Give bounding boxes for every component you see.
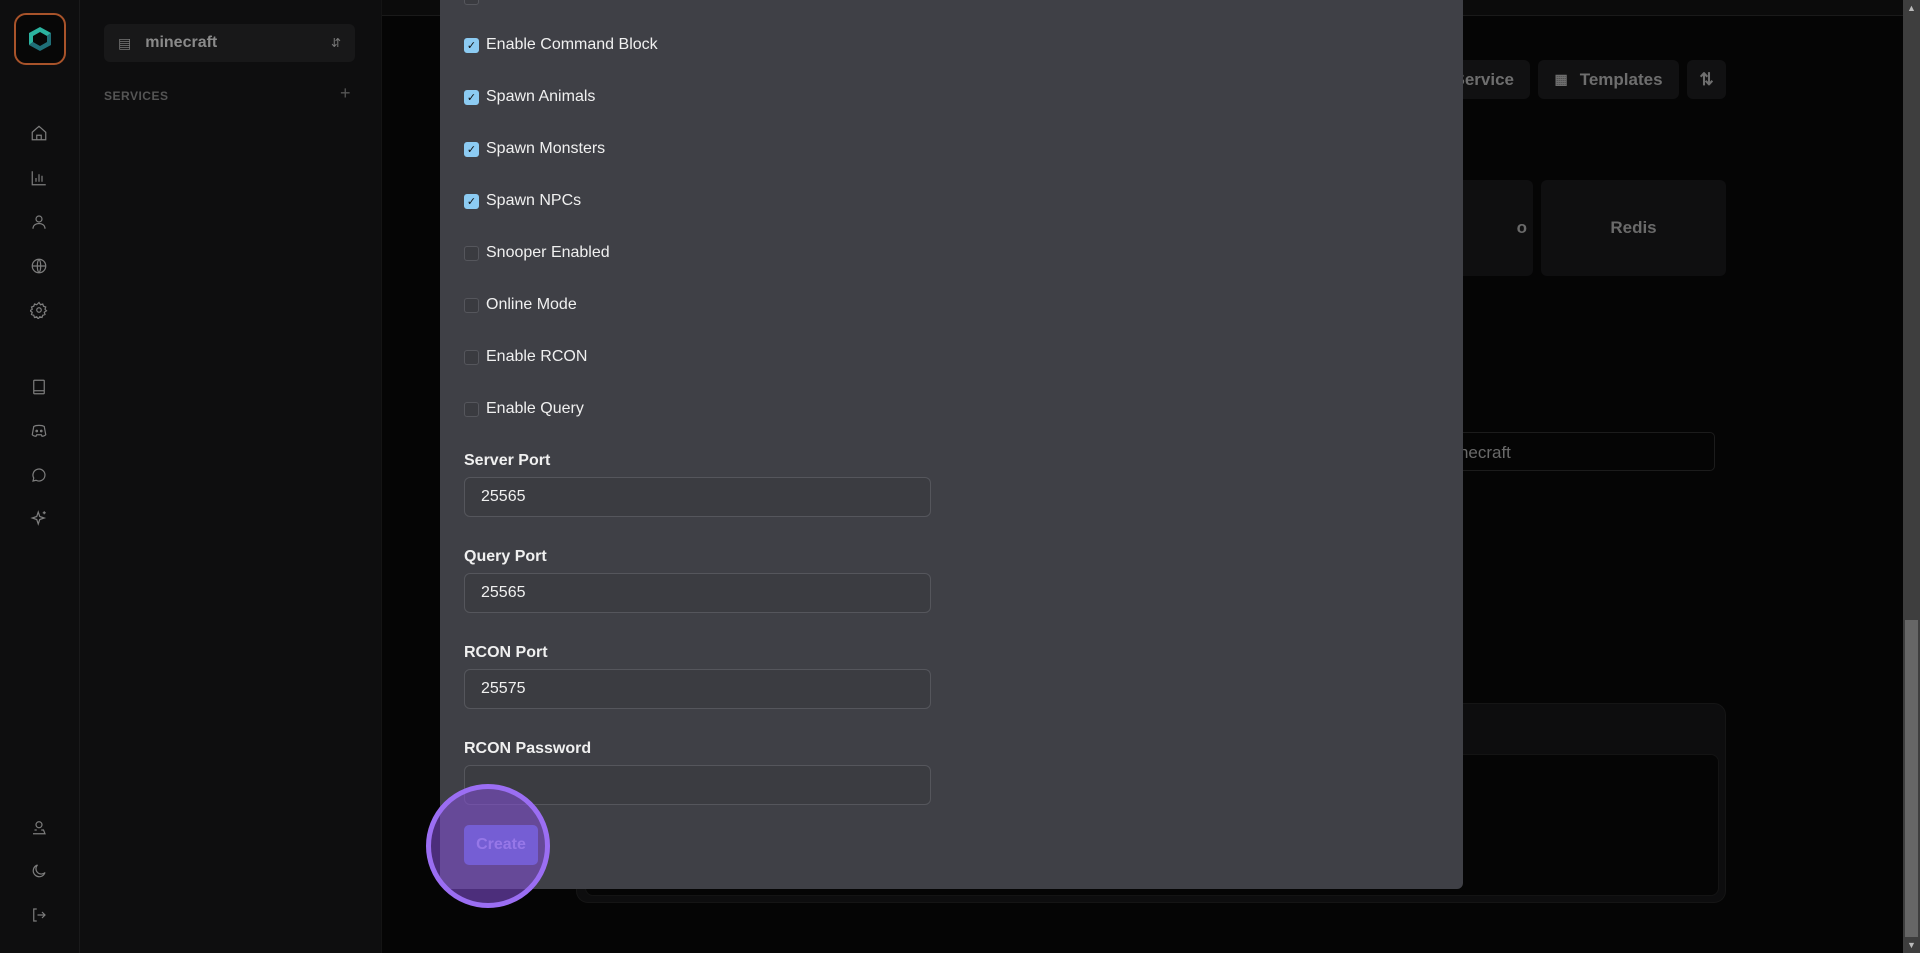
port-input[interactable] [464, 573, 931, 613]
checkbox-row[interactable]: Enable RCON [464, 347, 587, 367]
checkbox[interactable] [464, 349, 479, 365]
sparkles-icon[interactable] [28, 507, 50, 529]
checkbox[interactable] [464, 401, 479, 417]
logout-icon[interactable] [28, 904, 50, 926]
checkbox[interactable]: ✓ [464, 141, 479, 157]
checkbox-row[interactable]: ✓ Spawn Animals [464, 87, 595, 107]
checkbox[interactable] [464, 245, 479, 261]
port-input[interactable] [464, 477, 931, 517]
card-label: Redis [1610, 218, 1657, 237]
home-icon[interactable] [28, 122, 50, 144]
scrollbar-thumb[interactable] [1905, 620, 1918, 937]
globe-icon[interactable] [28, 255, 50, 277]
project-selector[interactable]: ▤ minecraft ⇵ [104, 24, 355, 62]
checkbox-row[interactable]: Snooper Enabled [464, 243, 610, 263]
scroll-up-icon[interactable]: ▲ [1907, 3, 1916, 13]
create-service-dialog: ✓ Enable Command Block ✓ Spawn Animals ✓ Spaw… [440, 0, 1463, 889]
checkbox[interactable] [464, 297, 479, 313]
discord-icon[interactable] [28, 420, 50, 442]
checkbox-label: Spawn NPCs [486, 192, 582, 209]
templates-button[interactable]: ▦ Templates [1538, 60, 1679, 99]
field-label: RCON Port [464, 644, 548, 661]
account-icon[interactable] [28, 816, 50, 838]
logo-icon [29, 27, 51, 51]
field-label: Query Port [464, 548, 547, 565]
icon-rail [0, 0, 80, 953]
settings-sliders-button[interactable]: ⇅ [1687, 60, 1726, 99]
card-label: o [1516, 218, 1527, 237]
user-icon[interactable] [28, 211, 50, 233]
field-label: Server Port [464, 452, 551, 469]
port-input[interactable] [464, 669, 931, 709]
create-button[interactable]: Create [464, 825, 538, 865]
services-heading: SERVICES [104, 89, 169, 103]
gear-icon[interactable] [28, 299, 50, 321]
chevron-updown-icon: ⇵ [330, 36, 341, 50]
book-icon[interactable] [28, 376, 50, 398]
checkbox-label: Enable Query [486, 400, 584, 417]
checkbox-label: Online Mode [486, 296, 577, 313]
checkbox-label: Spawn Animals [486, 88, 596, 105]
stack-icon: ▤ [118, 34, 132, 51]
checkbox-label: Snooper Enabled [486, 244, 610, 261]
redis-card[interactable]: Redis [1541, 180, 1726, 276]
checkbox-label: Enable RCON [486, 348, 588, 365]
port-input[interactable] [464, 765, 931, 805]
moon-icon[interactable] [28, 860, 50, 882]
chat-icon[interactable] [28, 464, 50, 486]
scrollbar[interactable]: ▲ ▼ [1903, 0, 1920, 953]
templates-label: Templates [1579, 69, 1663, 89]
scroll-down-icon[interactable]: ▼ [1907, 940, 1916, 950]
checkbox-row[interactable]: Enable Query [464, 399, 584, 419]
project-name: minecraft [145, 34, 218, 51]
checkbox-row[interactable]: ✓ Spawn NPCs [464, 191, 581, 211]
checkbox-label: Spawn Monsters [486, 140, 606, 157]
checkbox-row[interactable]: Online Mode [464, 295, 577, 315]
app-logo[interactable] [14, 13, 66, 65]
checkbox-label: Enable Command Block [486, 36, 658, 53]
template-icon: ▦ [1554, 71, 1568, 87]
checkbox[interactable]: ✓ [464, 193, 479, 209]
checkbox[interactable]: ✓ [464, 89, 479, 105]
field-label: RCON Password [464, 740, 592, 757]
chart-icon[interactable] [28, 167, 50, 189]
checkbox-partial[interactable] [464, 0, 479, 5]
checkbox[interactable]: ✓ [464, 37, 479, 53]
add-service-icon[interactable]: + [340, 83, 351, 104]
sliders-icon: ⇅ [1699, 69, 1714, 89]
checkbox-row[interactable]: ✓ Spawn Monsters [464, 139, 605, 159]
sidebar: ▤ minecraft ⇵ SERVICES + [80, 0, 382, 953]
checkbox-row[interactable]: ✓ Enable Command Block [464, 35, 658, 55]
